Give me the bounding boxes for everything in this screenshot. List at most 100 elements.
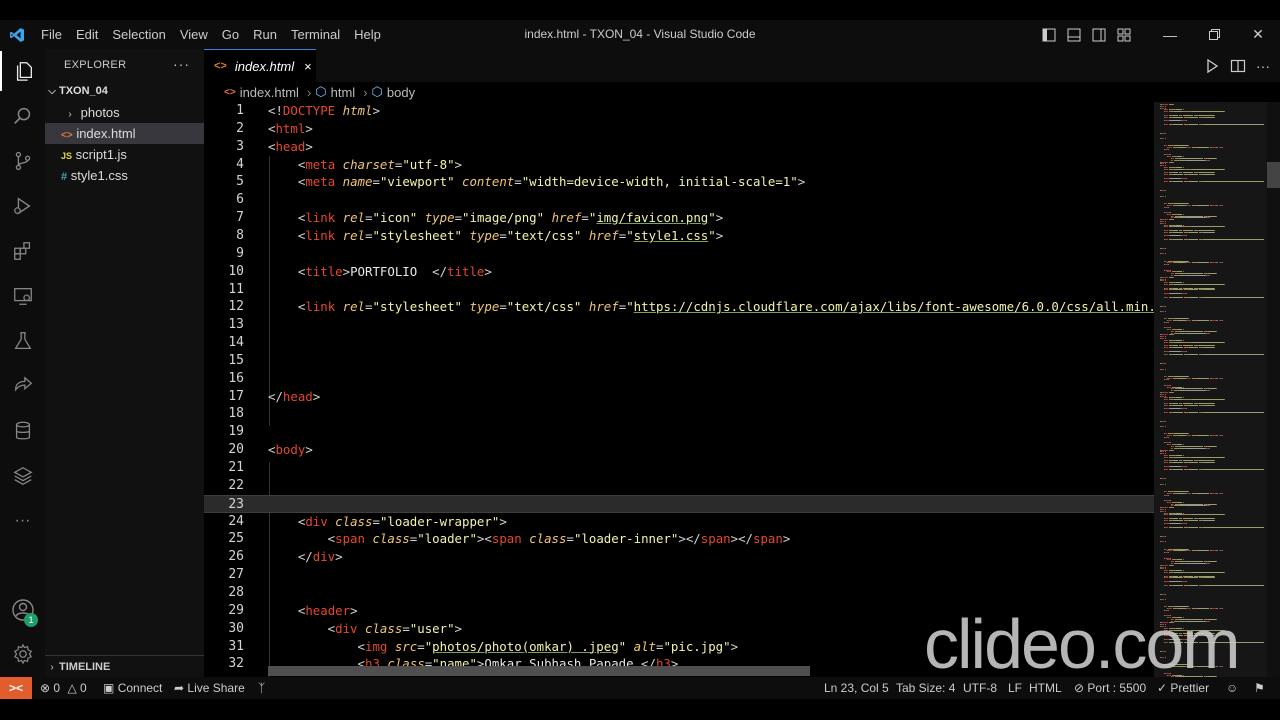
explorer-more-icon[interactable]: ··· [173,49,190,82]
live-share-item[interactable]: ➦ Live Share [174,677,245,699]
live-share-icon[interactable] [0,366,45,406]
remote-explorer-icon[interactable] [0,276,45,316]
menu-item-file[interactable]: File [34,20,69,49]
code-line[interactable]: 16 [204,370,1154,388]
remote-indicator-icon[interactable]: >< [0,677,32,699]
minimap-stroke [1186,581,1187,582]
breadcrumb-html[interactable]: html [331,85,356,100]
toggle-primary-sidebar-icon[interactable] [1036,20,1061,49]
code-line[interactable]: 24 <div class="loader-wrapper"> [204,513,1154,531]
toggle-secondary-sidebar-icon[interactable] [1086,20,1111,49]
minimap-stroke [1188,577,1198,579]
minimap-stroke [1190,284,1224,285]
workspace-root[interactable]: ⌵ TXON_04 [45,81,204,102]
line-number: 25 [228,531,244,547]
code-line[interactable]: 18 [204,405,1154,423]
code-token: "viewport" [379,174,455,190]
code-line[interactable]: 27 [204,566,1154,584]
code-line[interactable]: 2 <html> [204,120,1154,138]
code-line[interactable]: 5 <meta name="viewport" content="width=d… [204,173,1154,191]
minimize-icon[interactable]: — [1148,20,1192,49]
menu-item-run[interactable]: Run [246,20,284,49]
minimap-stroke [1164,111,1169,113]
database-icon[interactable] [0,411,45,451]
code-line[interactable]: 6 [204,191,1154,209]
line-number: 8 [236,227,244,243]
code-line[interactable]: 1 <!DOCTYPE html> [204,102,1154,120]
menu-item-help[interactable]: Help [347,20,388,49]
minimap-stroke [1186,293,1187,294]
layers-icon[interactable] [0,456,45,496]
tab-index-html[interactable]: <> index.html × [204,49,316,82]
menu-item-selection[interactable]: Selection [105,20,172,49]
tree-item-index-html[interactable]: <> index.html [45,123,204,144]
breadcrumb-body[interactable]: body [387,85,415,100]
customize-layout-icon[interactable] [1111,20,1136,49]
testing-icon[interactable] [0,321,45,361]
vertical-scrollbar[interactable] [1267,102,1280,677]
minimap-stroke [1223,456,1225,458]
connect-item[interactable]: ▣ Connect [103,677,162,699]
code-line[interactable]: 3 <head> [204,138,1154,156]
minimap-stroke [1164,519,1169,521]
code-line[interactable]: 9 [204,245,1154,263]
code-line[interactable]: 8 <link rel="stylesheet" type="text/css"… [204,227,1154,245]
code-line[interactable]: 4 <meta charset="utf-8"> [204,156,1154,174]
notifications-bell-icon[interactable]: ⚑ [1254,677,1265,699]
code-line[interactable]: 14 [204,334,1154,352]
split-editor-icon[interactable] [1230,58,1246,74]
search-icon[interactable] [0,96,45,136]
live-share-label: Live Share [187,681,245,695]
minimap-stroke [1172,584,1184,586]
code-line[interactable]: 21 [204,459,1154,477]
code-line[interactable]: 10 <title>PORTFOLIO </title> [204,263,1154,281]
menu-item-go[interactable]: Go [215,20,246,49]
menu-item-terminal[interactable]: Terminal [284,20,347,49]
git-graph-icon[interactable]: ᛉ [258,677,265,699]
code-line[interactable]: 11 [204,281,1154,299]
horizontal-scrollbar[interactable] [268,666,810,676]
minimap-stroke [1172,564,1174,566]
problems-indicator[interactable]: ⊗ 0 △ 0 [40,677,87,699]
minimap-stroke [1164,368,1166,370]
minimap-stroke [1223,111,1225,113]
code-line[interactable]: 19 [204,423,1154,441]
code-line[interactable]: 23 [204,494,1154,513]
timeline-section[interactable]: › TIMELINE [45,655,204,677]
code-line[interactable]: 28 [204,584,1154,602]
cursor-position[interactable]: Ln 23, Col 5 [824,677,889,699]
toggle-panel-icon[interactable] [1061,20,1086,49]
minimap-stroke [1172,231,1184,233]
code-line[interactable]: 7 <link rel="icon" type="image/png" href… [204,209,1154,227]
menu-item-view[interactable]: View [173,20,215,49]
minimap-stroke [1172,104,1174,105]
explorer-icon[interactable] [0,51,45,91]
tree-item-photos[interactable]: › photos [45,102,204,123]
close-tab-icon[interactable]: × [304,59,312,74]
editor-more-icon[interactable]: ··· [1256,58,1270,74]
restore-icon[interactable] [1192,20,1236,49]
extensions-icon[interactable] [0,231,45,271]
accounts-icon[interactable]: 1 [0,590,45,630]
minimap[interactable] [1154,102,1267,677]
code-line[interactable]: 15 [204,352,1154,370]
code-editor[interactable]: 1 <!DOCTYPE html> 2 <html> 3 <head> 4 <meta ch… [204,102,1154,677]
code-line[interactable]: 17 </head> [204,388,1154,406]
code-line[interactable]: 20 <body> [204,441,1154,459]
tree-item-script1-js[interactable]: JS script1.js [45,144,204,165]
run-file-icon[interactable] [1204,58,1220,74]
code-line[interactable]: 13 [204,316,1154,334]
tree-item-style1-css[interactable]: # style1.css [45,165,204,186]
breadcrumb-file[interactable]: index.html [240,85,299,100]
close-window-icon[interactable]: ✕ [1236,20,1280,49]
more-views-icon[interactable]: ··· [0,501,45,541]
settings-gear-icon[interactable] [0,634,45,674]
scrollbar-thumb[interactable] [1267,162,1280,188]
code-line[interactable]: 26 </div> [204,548,1154,566]
run-debug-icon[interactable] [0,186,45,226]
source-control-icon[interactable] [0,141,45,181]
code-line[interactable]: 12 <link rel="stylesheet" type="text/css… [204,298,1154,316]
code-line[interactable]: 22 [204,477,1154,495]
code-line[interactable]: 25 <span class="loader"><span class="loa… [204,530,1154,548]
menu-item-edit[interactable]: Edit [69,20,105,49]
